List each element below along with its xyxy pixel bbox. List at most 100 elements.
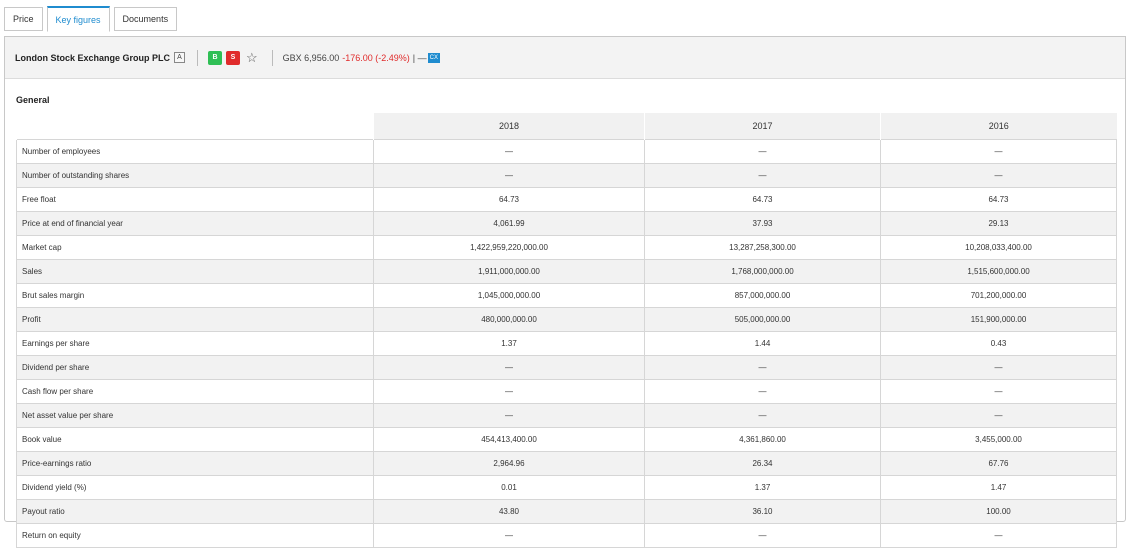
row-label: Number of outstanding shares	[16, 163, 374, 188]
table-cell: 1,515,600,000.00	[880, 259, 1117, 284]
column-header-year: 2018	[373, 113, 645, 140]
buy-button[interactable]: B	[208, 50, 223, 65]
row-label: Book value	[16, 427, 374, 452]
table-cell: —	[644, 355, 881, 380]
row-label: Price at end of financial year	[16, 211, 374, 236]
table-row: Net asset value per share — — —	[16, 403, 1117, 428]
tab-price[interactable]: Price	[4, 7, 43, 31]
row-label: Profit	[16, 307, 374, 332]
row-label: Cash flow per share	[16, 379, 374, 404]
table-cell: —	[880, 379, 1117, 404]
table-cell: 0.43	[880, 331, 1117, 356]
table-cell: 857,000,000.00	[644, 283, 881, 308]
table-cell: 0.01	[373, 475, 645, 500]
row-label: Sales	[16, 259, 374, 284]
section-title-general: General	[16, 95, 50, 105]
table-cell: 1.47	[880, 475, 1117, 500]
row-label: Earnings per share	[16, 331, 374, 356]
table-row: Earnings per share 1.37 1.44 0.43	[16, 331, 1117, 356]
table-cell: 2,964.96	[373, 451, 645, 476]
table-cell: —	[644, 379, 881, 404]
share-class-badge: A	[174, 52, 186, 63]
row-label: Free float	[16, 187, 374, 212]
table-row: Profit 480,000,000.00 505,000,000.00 151,90…	[16, 307, 1117, 332]
header-divider	[197, 49, 199, 66]
row-label: Net asset value per share	[16, 403, 374, 428]
table-cell: 1,045,000,000.00	[373, 283, 645, 308]
table-row: Dividend per share — — —	[16, 355, 1117, 380]
table-row: Sales 1,911,000,000.00 1,768,000,000.00 1,5…	[16, 259, 1117, 284]
table-cell: 43.80	[373, 499, 645, 524]
row-label: Price-earnings ratio	[16, 451, 374, 476]
table-cell: 37.93	[644, 211, 881, 236]
row-label: Dividend per share	[16, 355, 374, 380]
table-cell: 4,361,860.00	[644, 427, 881, 452]
column-header-year: 2017	[644, 113, 881, 140]
table-cell: 67.76	[880, 451, 1117, 476]
table-row: Price at end of financial year 4,061.99 37…	[16, 211, 1117, 236]
table-cell: 505,000,000.00	[644, 307, 881, 332]
table-row: Free float 64.73 64.73 64.73	[16, 187, 1117, 212]
header-divider-2	[271, 49, 273, 66]
table-row: Cash flow per share — — —	[16, 379, 1117, 404]
table-row: Number of outstanding shares — — —	[16, 163, 1117, 188]
table-cell: —	[644, 163, 881, 188]
table-cell: 26.34	[644, 451, 881, 476]
key-figures-table: 2018 2017 2016 Number of employees — — — Num…	[16, 113, 1117, 548]
row-label: Payout ratio	[16, 499, 374, 524]
company-name[interactable]: London Stock Exchange Group PLC	[15, 53, 170, 63]
table-cell: 1,911,000,000.00	[373, 259, 645, 284]
table-cell: 1,768,000,000.00	[644, 259, 881, 284]
exchange-badge: CX	[427, 52, 440, 63]
table-cell: —	[373, 163, 645, 188]
tab-key-figures[interactable]: Key figures	[46, 6, 110, 32]
table-row: Brut sales margin 1,045,000,000.00 857,000…	[16, 283, 1117, 308]
table-cell: 100.00	[880, 499, 1117, 524]
table-header-row: 2018 2017 2016	[16, 113, 1117, 140]
table-cell: 1.37	[644, 475, 881, 500]
table-cell: —	[880, 403, 1117, 428]
table-row: Market cap 1,422,959,220,000.00 13,287,258…	[16, 235, 1117, 260]
row-label: Dividend yield (%)	[16, 475, 374, 500]
table-cell: 36.10	[644, 499, 881, 524]
table-cell: 454,413,400.00	[373, 427, 645, 452]
star-outline-icon[interactable]: ☆	[246, 51, 258, 64]
column-header-year: 2016	[880, 113, 1117, 140]
last-price: GBX 6,956.00	[282, 52, 340, 63]
table-cell: —	[373, 379, 645, 404]
table-cell: 13,287,258,300.00	[644, 235, 881, 260]
row-label: Market cap	[16, 235, 374, 260]
price-change: -176.00 (-2.49%)	[342, 52, 410, 63]
price-separator: | —	[412, 52, 427, 63]
key-figures-panel: London Stock Exchange Group PLC A B S ☆ …	[4, 36, 1126, 548]
table-cell: —	[644, 139, 881, 164]
table-cell: 64.73	[373, 187, 645, 212]
row-label: Number of employees	[16, 139, 374, 164]
table-cell: 10,208,033,400.00	[880, 235, 1117, 260]
table-cell: 480,000,000.00	[373, 307, 645, 332]
table-cell: —	[644, 403, 881, 428]
tab-documents[interactable]: Documents	[113, 7, 178, 31]
table-row: Price-earnings ratio 2,964.96 26.34 67.76	[16, 451, 1117, 476]
table-cell: 29.13	[880, 211, 1117, 236]
table-cell: 701,200,000.00	[880, 283, 1117, 308]
table-row: Dividend yield (%) 0.01 1.37 1.47	[16, 475, 1117, 500]
table-cell: —	[880, 355, 1117, 380]
row-label: Brut sales margin	[16, 283, 374, 308]
table-cell: 64.73	[644, 187, 881, 212]
table-row: Book value 454,413,400.00 4,361,860.00 3,45…	[16, 427, 1117, 452]
table-cell: 1,422,959,220,000.00	[373, 235, 645, 260]
header-corner	[16, 113, 374, 140]
table-row: Number of employees — — —	[16, 139, 1117, 164]
table-cell: —	[373, 355, 645, 380]
table-cell: 4,061.99	[373, 211, 645, 236]
table-cell: 1.37	[373, 331, 645, 356]
sell-button[interactable]: S	[226, 50, 241, 65]
table-cell: —	[373, 139, 645, 164]
table-cell: 151,900,000.00	[880, 307, 1117, 332]
tab-bar: Price Key figures Documents	[4, 6, 178, 32]
table-row: Payout ratio 43.80 36.10 100.00	[16, 499, 1117, 524]
table-cell: —	[880, 163, 1117, 188]
table-cell: 1.44	[644, 331, 881, 356]
table-cell: —	[880, 139, 1117, 164]
